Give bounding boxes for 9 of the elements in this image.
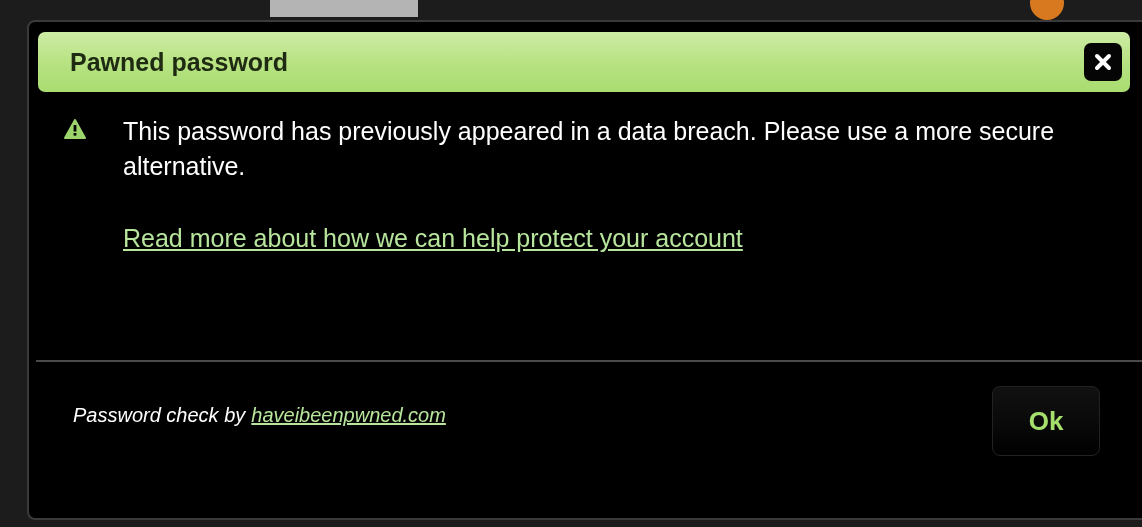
dialog-title: Pawned password — [70, 47, 290, 77]
warning-icon — [64, 119, 86, 139]
close-button[interactable] — [1084, 43, 1122, 81]
read-more-link[interactable]: Read more about how we can help protect your account — [123, 224, 743, 253]
credit-text: Password check by — [73, 404, 246, 427]
credit-link[interactable]: haveibeenpwned.com — [251, 404, 446, 427]
close-icon — [1092, 51, 1114, 73]
warning-message: This password has previously appeared in a data breach. Please use a more secure alternative. — [123, 116, 1056, 182]
ok-button[interactable]: Ok — [992, 386, 1100, 456]
